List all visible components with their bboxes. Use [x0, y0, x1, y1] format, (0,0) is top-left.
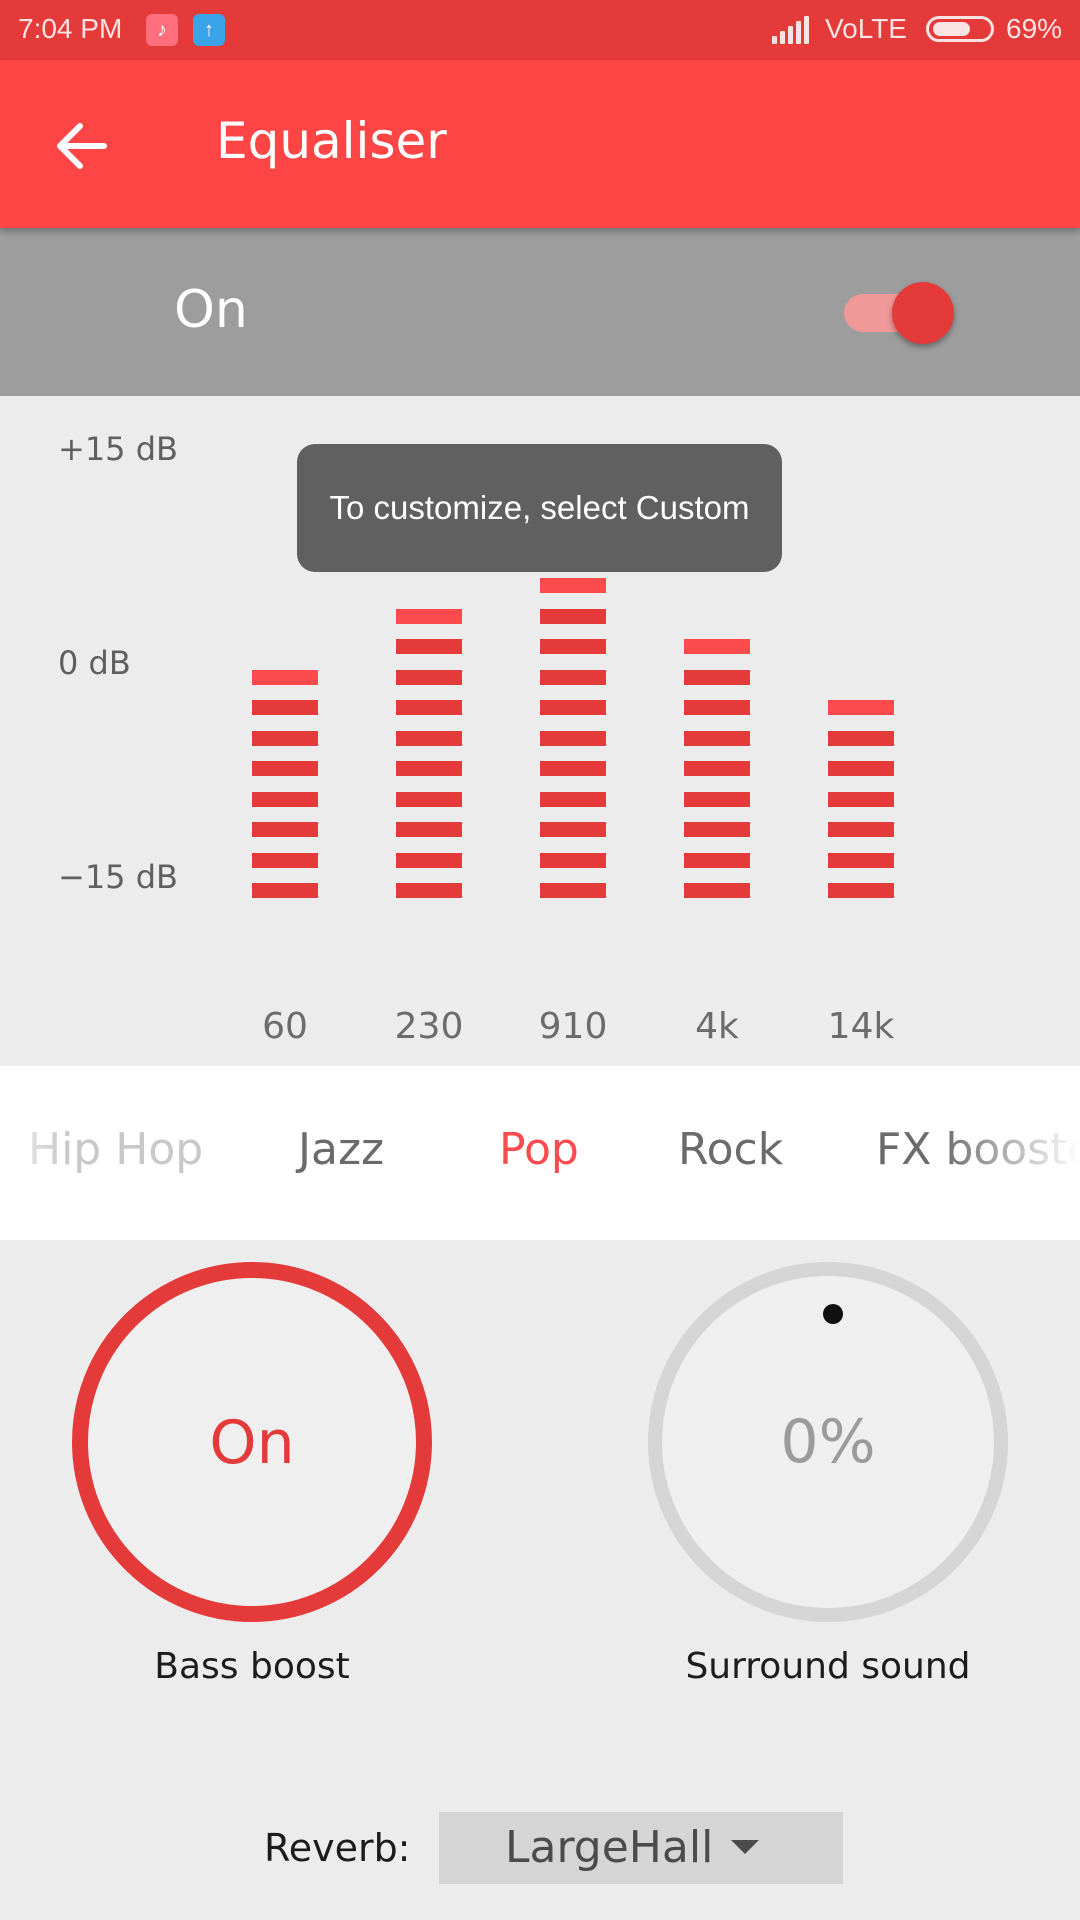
reverb-selected-value: LargeHall: [505, 1822, 714, 1873]
battery-level: [933, 22, 970, 36]
freq-label-910: 910: [538, 1006, 608, 1047]
eq-segment: [396, 852, 462, 868]
eq-segment: [540, 608, 606, 624]
preset-rock[interactable]: Rock: [678, 1124, 783, 1175]
eq-segment: [540, 883, 606, 898]
eq-segment: [828, 883, 894, 898]
toggle-thumb: [892, 282, 954, 344]
eq-segment: [396, 761, 462, 776]
eq-segment: [396, 883, 462, 898]
bass-boost-label: Bass boost: [154, 1646, 350, 1687]
eq-segment: [252, 883, 318, 898]
eq-segment: [828, 700, 894, 715]
equaliser-toggle[interactable]: [840, 276, 970, 346]
eq-segment: [396, 669, 462, 685]
eq-segment: [684, 883, 750, 898]
bass-boost-knob[interactable]: On: [72, 1262, 432, 1622]
eq-segment: [684, 852, 750, 868]
eq-segment: [252, 700, 318, 715]
eq-segment: [684, 700, 750, 715]
eq-segment: [828, 761, 894, 776]
dropdown-arrow-icon: [731, 1840, 759, 1854]
eq-segment: [684, 669, 750, 685]
eq-segment: [540, 852, 606, 868]
eq-segment: [828, 730, 894, 746]
master-state-label: On: [174, 280, 248, 340]
eq-segment: [828, 852, 894, 868]
eq-segment: [540, 669, 606, 685]
network-type: VoLTE: [825, 13, 907, 44]
battery-icon: [926, 16, 994, 42]
eq-segment: [396, 700, 462, 715]
equaliser-master-row[interactable]: On: [0, 228, 1080, 396]
toast-message: To customize, select Custom: [297, 444, 782, 572]
preset-jazz[interactable]: Jazz: [298, 1124, 384, 1175]
eq-band-14k[interactable]: [828, 396, 894, 1066]
eq-segment: [540, 730, 606, 746]
app-bar: Equaliser: [0, 60, 1080, 228]
preset-pop[interactable]: Pop: [499, 1124, 579, 1175]
eq-segment: [540, 761, 606, 776]
surround-sound-label: Surround sound: [685, 1646, 971, 1687]
upload-notification-icon: ↑: [193, 14, 225, 46]
eq-segment: [684, 730, 750, 746]
eq-segment: [684, 791, 750, 807]
eq-segment: [540, 822, 606, 837]
signal-icon: [772, 16, 812, 44]
eq-segment: [396, 730, 462, 746]
fade-left-edge: [0, 1066, 70, 1240]
eq-segment: [540, 578, 606, 593]
bass-boost-value: On: [209, 1408, 295, 1478]
arrow-left-icon: [57, 123, 107, 169]
equaliser-screen: 7:04 PM ♪ ↑ VoLTE 69% Equaliser On +15 d…: [0, 0, 1080, 1920]
freq-label-14k: 14k: [827, 1006, 895, 1047]
back-button[interactable]: [44, 106, 124, 186]
eq-segment: [396, 608, 462, 624]
status-bar: 7:04 PM ♪ ↑ VoLTE 69%: [0, 0, 1080, 60]
surround-sound-knob[interactable]: 0%: [648, 1262, 1008, 1622]
effects-section: On Bass boost 0% Surround sound Reverb: …: [0, 1240, 1080, 1920]
eq-segment: [396, 639, 462, 654]
eq-segment: [684, 639, 750, 654]
eq-segment: [540, 639, 606, 654]
reverb-label: Reverb:: [264, 1826, 411, 1870]
eq-segment: [252, 730, 318, 746]
freq-label-4k: 4k: [695, 1006, 739, 1047]
surround-sound-value: 0%: [780, 1407, 876, 1477]
eq-segment: [252, 761, 318, 776]
eq-segment: [828, 791, 894, 807]
equaliser-panel: +15 dB 0 dB −15 dB 60 230 910 4k 14k To cust…: [0, 396, 1080, 1066]
reverb-dropdown[interactable]: LargeHall: [439, 1812, 843, 1884]
eq-segment: [828, 822, 894, 837]
status-time: 7:04 PM: [18, 13, 123, 44]
eq-segment: [396, 822, 462, 837]
page-title: Equaliser: [216, 112, 447, 170]
tiktok-notification-icon: ♪: [146, 14, 178, 46]
freq-label-230: 230: [394, 1006, 464, 1047]
eq-segment: [396, 791, 462, 807]
eq-segment: [540, 791, 606, 807]
eq-segment: [252, 791, 318, 807]
eq-segment: [540, 700, 606, 715]
eq-segment: [684, 761, 750, 776]
freq-label-60: 60: [262, 1006, 308, 1047]
eq-segment: [684, 822, 750, 837]
eq-segment: [252, 822, 318, 837]
fade-right-edge: [940, 1066, 1080, 1240]
eq-segment: [252, 852, 318, 868]
eq-segment: [252, 669, 318, 685]
preset-carousel[interactable]: Hip Hop Jazz Pop Rock FX booste: [0, 1066, 1080, 1240]
battery-percent: 69%: [1006, 13, 1063, 44]
